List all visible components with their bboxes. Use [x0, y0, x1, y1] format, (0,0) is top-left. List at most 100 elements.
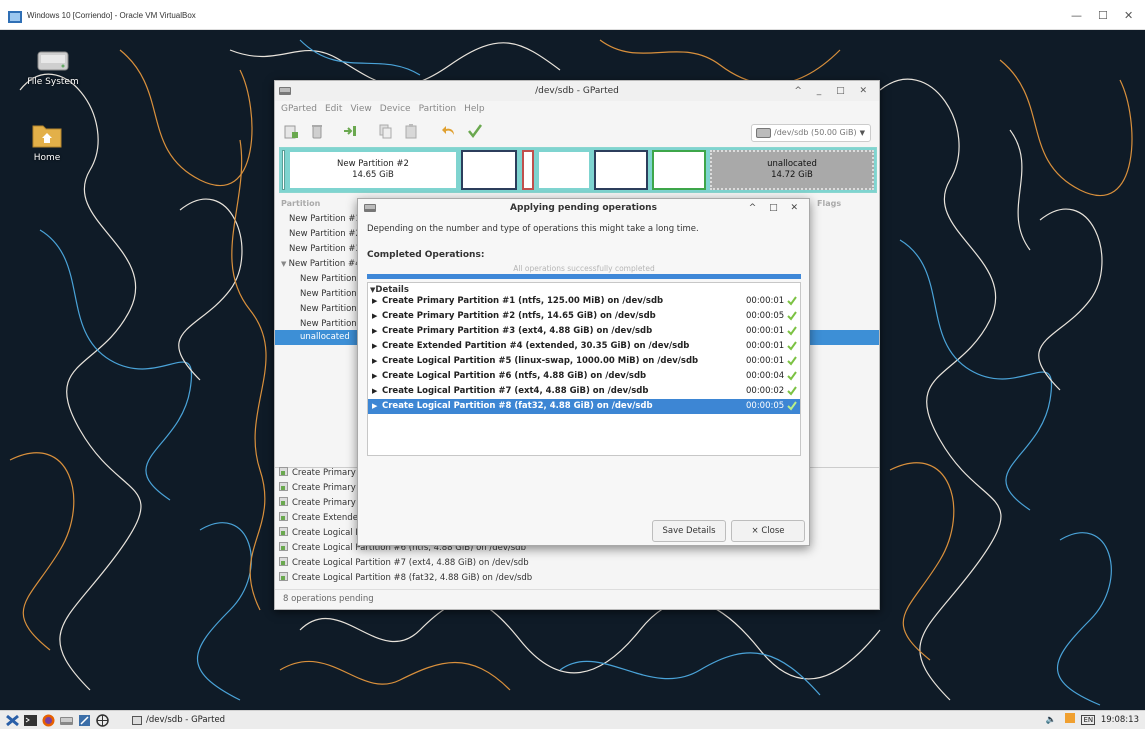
partition-map: New Partition #2 14.65 GiB unallocated 1…	[279, 147, 877, 193]
partition-row[interactable]: New Partition #1	[289, 212, 361, 227]
apply-icon[interactable]	[467, 123, 483, 139]
partition-row[interactable]: New Partition	[300, 302, 357, 317]
delete-partition-icon[interactable]	[309, 123, 325, 139]
operation-detail-row[interactable]: ▶ Create Primary Partition #1 (ntfs, 125.…	[368, 294, 800, 309]
operation-detail-row[interactable]: ▶ Create Primary Partition #2 (ntfs, 14.6…	[368, 309, 800, 324]
gparted-window-controls[interactable]: ^ _ □ ✕	[794, 81, 873, 101]
pending-operation[interactable]: Create Logical Partition #8 (fat32, 4.88…	[279, 571, 532, 586]
copy-icon[interactable]	[377, 123, 393, 139]
partition-segment-8[interactable]	[652, 150, 706, 190]
paste-icon[interactable]	[403, 123, 419, 139]
network-icon[interactable]	[96, 714, 109, 727]
pending-operation[interactable]: Create Logical Partition #7 (ext4, 4.88 …	[279, 556, 529, 571]
operation-detail-row[interactable]: ▶ Create Logical Partition #6 (ntfs, 4.88…	[368, 369, 800, 384]
system-tray: 🔈 EN 19:08:13	[1045, 713, 1139, 728]
partition-segment-6[interactable]	[537, 150, 591, 190]
check-icon	[787, 326, 797, 336]
dialog-window-controls[interactable]: ^ □ ✕	[749, 199, 803, 217]
column-flags[interactable]: Flags	[817, 199, 841, 208]
pending-operation[interactable]: Create Extended	[279, 511, 363, 526]
partition-row[interactable]: New Partition	[300, 272, 357, 287]
clock[interactable]: 19:08:13	[1101, 715, 1139, 725]
expand-arrow-icon[interactable]: ▶	[372, 324, 377, 339]
unallocated-segment-size: 14.72 GiB	[771, 170, 813, 180]
virtualbox-minimize-button[interactable]: —	[1071, 9, 1082, 22]
drive-icon[interactable]	[60, 714, 73, 727]
partition-row[interactable]: New Partition #2	[289, 227, 361, 242]
partition-segment-7[interactable]	[594, 150, 648, 190]
partition-segment-name: New Partition #2	[337, 159, 409, 169]
menu-edit[interactable]: Edit	[321, 101, 346, 117]
hard-disk-icon	[756, 128, 771, 138]
column-partition[interactable]: Partition	[281, 199, 320, 208]
volume-icon[interactable]: 🔈	[1045, 715, 1056, 725]
operation-detail-time: 00:00:01	[746, 326, 785, 336]
partition-segment-3[interactable]	[461, 150, 517, 190]
applying-operations-dialog: Applying pending operations ^ □ ✕ Depend…	[357, 198, 810, 546]
pending-operation[interactable]: Create Logical P	[279, 526, 361, 541]
xfce-menu-icon[interactable]	[6, 714, 19, 727]
save-details-button[interactable]: Save Details	[652, 520, 726, 542]
operation-detail-row[interactable]: ▶ Create Extended Partition #4 (extended,…	[368, 339, 800, 354]
expand-arrow-icon[interactable]: ▶	[372, 369, 377, 384]
device-selector[interactable]: /dev/sdb (50.00 GiB) ▼	[751, 124, 871, 142]
partition-segment-swap[interactable]	[522, 150, 534, 190]
expand-arrow-icon[interactable]: ▶	[372, 309, 377, 324]
operation-detail-row-selected[interactable]: ▶ Create Logical Partition #8 (fat32, 4.8…	[368, 399, 800, 414]
operation-icon	[279, 527, 288, 536]
virtualbox-icon	[8, 11, 22, 23]
chevron-down-icon: ▼	[859, 129, 865, 137]
undo-icon[interactable]	[441, 123, 457, 139]
partition-row[interactable]: New Partition #3	[289, 242, 361, 257]
chevron-down-icon[interactable]: ▼	[281, 260, 289, 268]
operation-detail-time: 00:00:05	[746, 401, 785, 411]
operation-detail-row[interactable]: ▶ Create Logical Partition #5 (linux-swap…	[368, 354, 800, 369]
operation-icon	[279, 572, 288, 581]
pending-operation[interactable]: Create Primary P	[279, 466, 364, 481]
expand-arrow-icon[interactable]: ▶	[372, 399, 377, 414]
operation-label: Create Logical Partition #7 (ext4, 4.88 …	[292, 558, 529, 568]
new-partition-icon[interactable]	[283, 123, 299, 139]
partition-segment-1[interactable]	[282, 150, 285, 190]
expand-arrow-icon[interactable]: ▶	[372, 384, 377, 399]
gparted-app-icon	[364, 204, 376, 212]
dialog-message: Depending on the number and type of oper…	[367, 224, 699, 234]
menu-gparted[interactable]: GParted	[275, 101, 321, 117]
operation-detail-row[interactable]: ▶ Create Logical Partition #7 (ext4, 4.88…	[368, 384, 800, 399]
expand-arrow-icon[interactable]: ▶	[372, 294, 377, 309]
overall-progress: All operations successfully completed	[367, 265, 801, 279]
terminal-icon[interactable]	[24, 714, 37, 727]
operation-icon	[279, 482, 288, 491]
virtualbox-close-button[interactable]: ✕	[1124, 9, 1133, 22]
details-panel: ▼Details ▶ Create Primary Partition #1 (n…	[367, 282, 801, 456]
desktop-icon-home[interactable]: Home	[12, 120, 82, 163]
close-button[interactable]: × Close	[731, 520, 805, 542]
virtualbox-maximize-button[interactable]: ☐	[1098, 9, 1108, 22]
menu-help[interactable]: Help	[460, 101, 489, 117]
expand-arrow-icon[interactable]: ▶	[372, 339, 377, 354]
menu-partition[interactable]: Partition	[415, 101, 461, 117]
operation-detail-text: Create Primary Partition #3 (ext4, 4.88 …	[382, 326, 653, 336]
keyboard-layout-indicator[interactable]: EN	[1081, 715, 1096, 725]
operation-detail-row[interactable]: ▶ Create Primary Partition #3 (ext4, 4.88…	[368, 324, 800, 339]
gparted-toolbar: /dev/sdb (50.00 GiB) ▼	[275, 119, 879, 145]
notification-icon[interactable]	[1064, 713, 1075, 723]
resize-move-icon[interactable]	[342, 123, 358, 139]
text-editor-icon[interactable]	[78, 714, 91, 727]
partition-segment-size: 14.65 GiB	[352, 170, 394, 180]
unallocated-segment[interactable]: unallocated 14.72 GiB	[710, 150, 874, 190]
pending-operation[interactable]: Create Primary P	[279, 496, 364, 511]
menu-device[interactable]: Device	[376, 101, 415, 117]
expand-arrow-icon[interactable]: ▶	[372, 354, 377, 369]
firefox-icon[interactable]	[42, 714, 55, 727]
partition-row[interactable]: New Partition	[300, 287, 357, 302]
virtualbox-title: Windows 10 [Corriendo] - Oracle VM Virtu…	[27, 11, 196, 20]
desktop-icon-file-system[interactable]: File System	[18, 44, 88, 87]
desktop-icon-label: Home	[33, 153, 61, 163]
pending-operation[interactable]: Create Primary P	[279, 481, 364, 496]
partition-segment-2[interactable]: New Partition #2 14.65 GiB	[288, 150, 458, 190]
operation-label: Create Logical Partition #8 (fat32, 4.88…	[292, 573, 533, 583]
taskbar-window-gparted[interactable]: /dev/sdb - GParted	[130, 713, 225, 728]
menu-view[interactable]: View	[346, 101, 375, 117]
partition-row-extended[interactable]: ▼ New Partition #4	[281, 257, 361, 272]
